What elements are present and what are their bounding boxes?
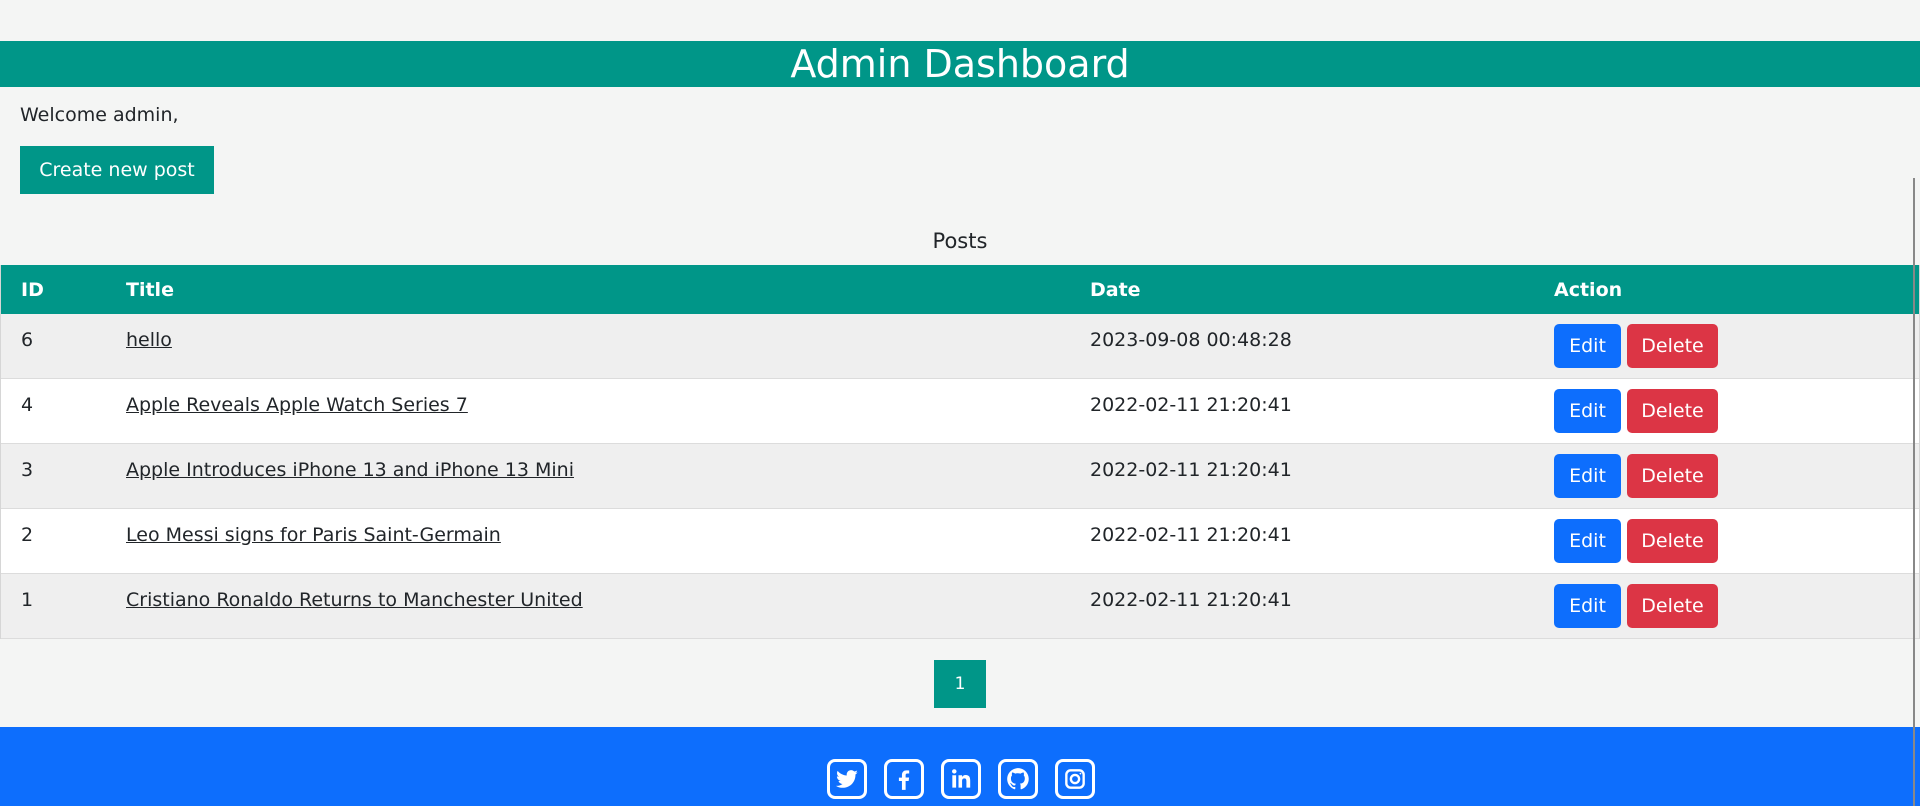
post-id: 6 <box>21 329 34 351</box>
post-id: 4 <box>21 394 34 416</box>
row-actions: Edit Delete <box>1554 584 1718 628</box>
post-id: 1 <box>21 589 34 611</box>
table-row: 2 Leo Messi signs for Paris Saint-Germai… <box>1 509 1919 574</box>
row-actions: Edit Delete <box>1554 519 1718 563</box>
create-post-button[interactable]: Create new post <box>20 146 214 194</box>
edit-button[interactable]: Edit <box>1554 584 1621 628</box>
post-title: hello <box>126 329 172 351</box>
page-header: Admin Dashboard <box>0 41 1920 87</box>
post-date: 2022-02-11 21:20:41 <box>1090 589 1292 611</box>
table-row: 6 hello 2023-09-08 00:48:28 Edit Delete <box>1 314 1919 379</box>
column-header-title: Title <box>126 279 174 301</box>
post-title: Apple Introduces iPhone 13 and iPhone 13… <box>126 459 574 481</box>
table-header: ID Title Date Action <box>1 265 1919 314</box>
edit-button[interactable]: Edit <box>1554 324 1621 368</box>
post-title: Apple Reveals Apple Watch Series 7 <box>126 394 468 416</box>
column-header-action: Action <box>1554 279 1623 301</box>
facebook-icon[interactable] <box>884 759 924 799</box>
posts-caption: Posts <box>932 229 988 253</box>
post-date: 2023-09-08 00:48:28 <box>1090 329 1292 351</box>
edit-button[interactable]: Edit <box>1554 454 1621 498</box>
table-row: 3 Apple Introduces iPhone 13 and iPhone … <box>1 444 1919 509</box>
page-title: Admin Dashboard <box>790 42 1130 86</box>
post-date: 2022-02-11 21:20:41 <box>1090 459 1292 481</box>
post-id: 2 <box>21 524 34 546</box>
column-header-date: Date <box>1090 279 1141 301</box>
posts-table: ID Title Date Action 6 hello 2023-09-08 … <box>0 265 1920 639</box>
post-title-link[interactable]: Apple Reveals Apple Watch Series 7 <box>126 394 468 416</box>
github-icon[interactable] <box>998 759 1038 799</box>
table-row: 1 Cristiano Ronaldo Returns to Mancheste… <box>1 574 1919 639</box>
delete-button[interactable]: Delete <box>1627 324 1718 368</box>
column-header-id: ID <box>21 279 44 301</box>
post-title-link[interactable]: Cristiano Ronaldo Returns to Manchester … <box>126 589 583 611</box>
row-actions: Edit Delete <box>1554 324 1718 368</box>
instagram-icon[interactable] <box>1055 759 1095 799</box>
post-date: 2022-02-11 21:20:41 <box>1090 524 1292 546</box>
pagination-page-button[interactable]: 1 <box>934 660 986 708</box>
post-title: Leo Messi signs for Paris Saint-Germain <box>126 524 501 546</box>
footer <box>0 727 1920 806</box>
post-id: 3 <box>21 459 34 481</box>
post-title-link[interactable]: hello <box>126 329 172 351</box>
twitter-icon[interactable] <box>827 759 867 799</box>
delete-button[interactable]: Delete <box>1627 584 1718 628</box>
row-actions: Edit Delete <box>1554 454 1718 498</box>
post-title-link[interactable]: Leo Messi signs for Paris Saint-Germain <box>126 524 501 546</box>
post-date: 2022-02-11 21:20:41 <box>1090 394 1292 416</box>
welcome-text: Welcome admin, <box>20 104 179 126</box>
row-actions: Edit Delete <box>1554 389 1718 433</box>
post-title-link[interactable]: Apple Introduces iPhone 13 and iPhone 13… <box>126 459 574 481</box>
linkedin-icon[interactable] <box>941 759 981 799</box>
post-title: Cristiano Ronaldo Returns to Manchester … <box>126 589 583 611</box>
edit-button[interactable]: Edit <box>1554 519 1621 563</box>
edit-button[interactable]: Edit <box>1554 389 1621 433</box>
scrollbar[interactable] <box>1913 178 1915 806</box>
delete-button[interactable]: Delete <box>1627 389 1718 433</box>
delete-button[interactable]: Delete <box>1627 519 1718 563</box>
social-links <box>827 759 1095 799</box>
delete-button[interactable]: Delete <box>1627 454 1718 498</box>
table-row: 4 Apple Reveals Apple Watch Series 7 202… <box>1 379 1919 444</box>
